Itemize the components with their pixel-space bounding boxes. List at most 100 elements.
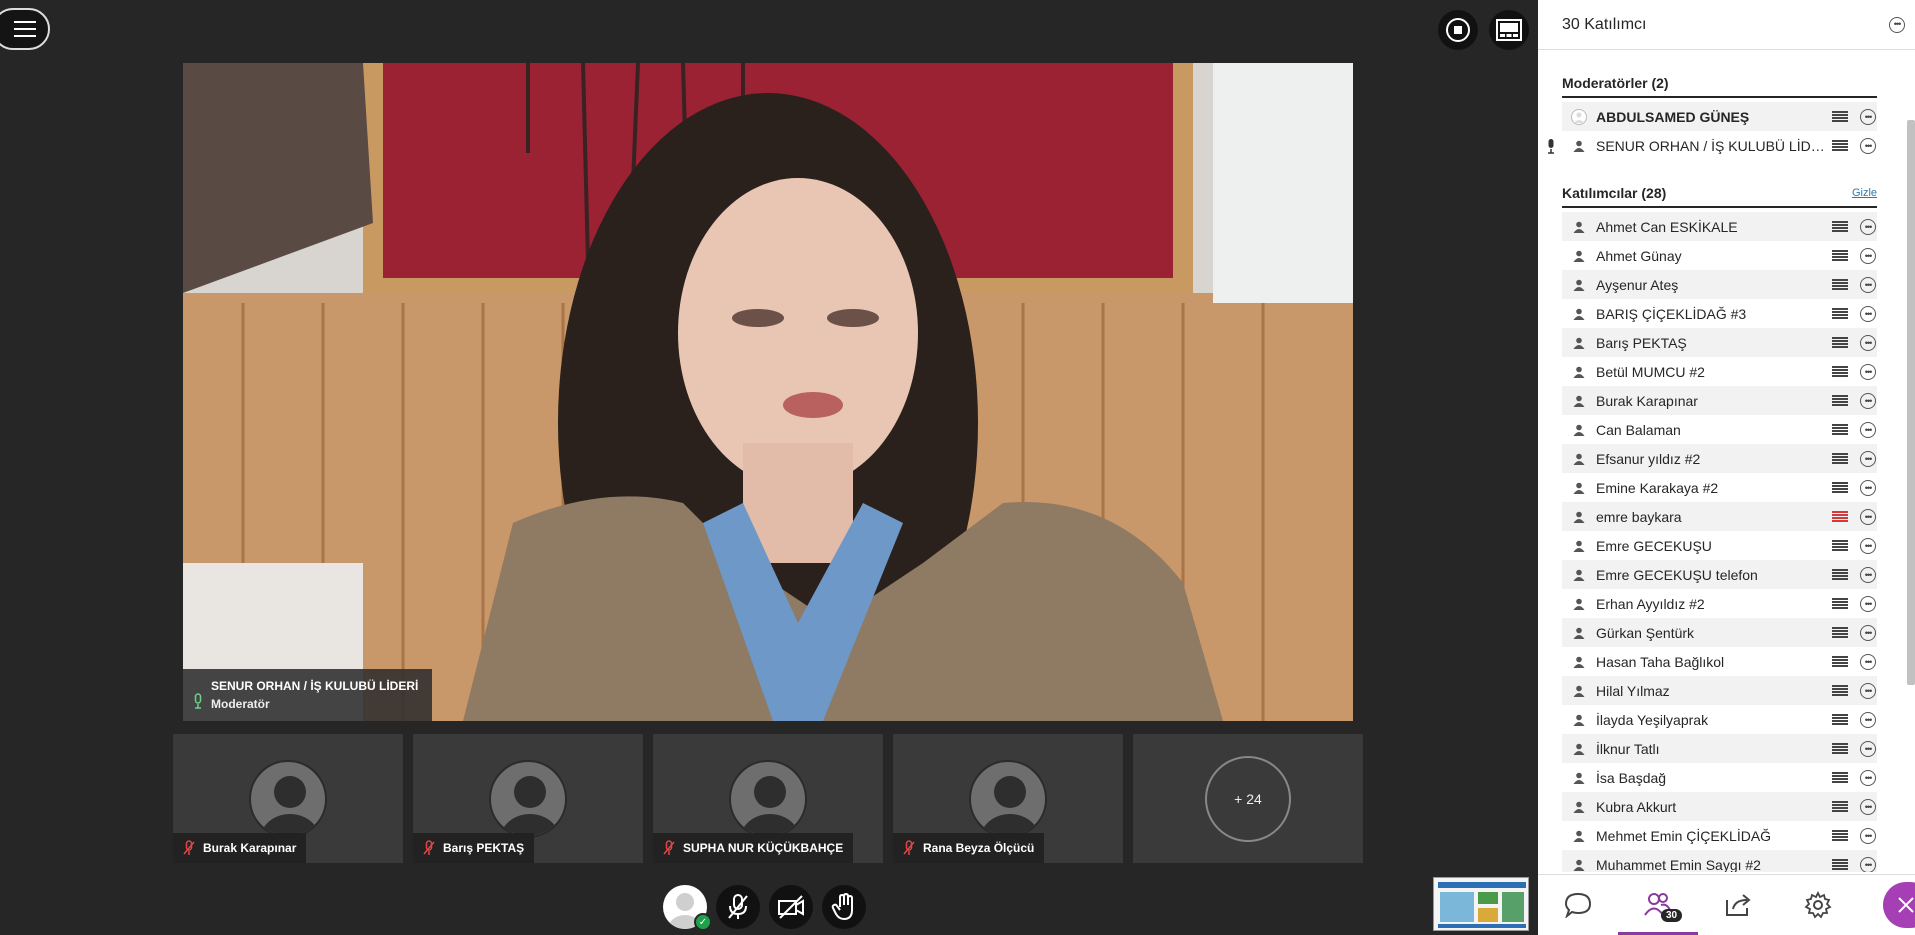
notes-icon[interactable] <box>1832 771 1848 784</box>
content-thumbnail[interactable] <box>1433 877 1529 931</box>
tab-chat[interactable] <box>1538 875 1618 935</box>
more-options-icon[interactable]: ••• <box>1860 537 1876 554</box>
toggle-camera-button[interactable] <box>769 885 813 929</box>
notes-icon[interactable] <box>1832 626 1848 639</box>
more-options-icon[interactable]: ••• <box>1860 392 1876 409</box>
notes-icon[interactable] <box>1832 481 1848 494</box>
list-item[interactable]: İlayda Yeşilyaprak ••• <box>1562 705 1877 734</box>
list-item[interactable]: Emre GECEKUŞU telefon ••• <box>1562 560 1877 589</box>
more-options-icon[interactable]: ••• <box>1860 798 1876 815</box>
attendee-name: Gürkan Şentürk <box>1596 624 1695 641</box>
list-item[interactable]: Kubra Akkurt ••• <box>1562 792 1877 821</box>
more-options-icon[interactable]: ••• <box>1860 247 1876 264</box>
notes-icon[interactable] <box>1832 568 1848 581</box>
more-options-icon[interactable]: ••• <box>1860 334 1876 351</box>
more-options-icon[interactable]: ••• <box>1860 508 1876 525</box>
notes-icon[interactable] <box>1832 278 1848 291</box>
list-item[interactable]: Burak Karapınar ••• <box>1562 386 1877 415</box>
list-item[interactable]: İsa Başdağ ••• <box>1562 763 1877 792</box>
more-options-icon[interactable]: ••• <box>1860 624 1876 641</box>
notes-icon[interactable] <box>1832 394 1848 407</box>
tab-settings[interactable] <box>1778 875 1858 935</box>
notes-icon[interactable] <box>1832 829 1848 842</box>
more-options-icon[interactable]: ••• <box>1860 711 1876 728</box>
list-item[interactable]: SENUR ORHAN / İŞ KULUBÜ LİDERİ ••• <box>1548 131 1877 160</box>
list-item[interactable]: Betül MUMCU #2 ••• <box>1562 357 1877 386</box>
list-item[interactable]: Can Balaman ••• <box>1562 415 1877 444</box>
participant-tile[interactable]: Burak Karapınar <box>173 734 403 863</box>
notes-icon[interactable] <box>1832 139 1848 152</box>
list-item[interactable]: Emre GECEKUŞU ••• <box>1562 531 1877 560</box>
list-item[interactable]: İlknur Tatlı ••• <box>1562 734 1877 763</box>
raise-hand-button[interactable] <box>822 885 866 929</box>
panel-options-button[interactable]: ••• <box>1889 16 1905 33</box>
notes-icon[interactable] <box>1832 800 1848 813</box>
user-icon <box>1562 598 1596 610</box>
close-panel-button[interactable] <box>1883 882 1915 928</box>
participant-tile[interactable]: SUPHA NUR KÜÇÜKBAHÇE <box>653 734 883 863</box>
mic-muted-icon <box>183 840 195 855</box>
more-options-icon[interactable]: ••• <box>1860 653 1876 670</box>
more-options-icon[interactable]: ••• <box>1860 595 1876 612</box>
list-item[interactable]: Hilal Yılmaz ••• <box>1562 676 1877 705</box>
notes-icon[interactable] <box>1832 220 1848 233</box>
notes-icon[interactable] <box>1832 713 1848 726</box>
list-item[interactable]: Emine Karakaya #2 ••• <box>1562 473 1877 502</box>
notes-icon[interactable] <box>1832 110 1848 123</box>
more-options-icon[interactable]: ••• <box>1860 682 1876 699</box>
list-item[interactable]: Hasan Taha Bağlıkol ••• <box>1562 647 1877 676</box>
notes-icon[interactable] <box>1832 655 1848 668</box>
notes-icon[interactable] <box>1832 307 1848 320</box>
list-item[interactable]: BARIŞ ÇİÇEKLİDAĞ #3 ••• <box>1562 299 1877 328</box>
more-options-icon[interactable]: ••• <box>1860 137 1876 154</box>
participant-tile[interactable]: Barış PEKTAŞ <box>413 734 643 863</box>
notes-icon[interactable] <box>1832 423 1848 436</box>
list-item[interactable]: emre baykara ••• <box>1562 502 1877 531</box>
panel-scrollbar[interactable] <box>1907 120 1915 685</box>
more-options-icon[interactable]: ••• <box>1860 108 1876 125</box>
more-options-icon[interactable]: ••• <box>1860 769 1876 786</box>
more-options-icon[interactable]: ••• <box>1860 421 1876 438</box>
notes-icon[interactable] <box>1832 510 1848 523</box>
list-item[interactable]: Ayşenur Ateş ••• <box>1562 270 1877 299</box>
notes-icon[interactable] <box>1832 684 1848 697</box>
notes-icon[interactable] <box>1832 452 1848 465</box>
tab-attendees[interactable]: 30 <box>1618 875 1698 935</box>
stop-record-button[interactable] <box>1438 10 1478 50</box>
layout-button[interactable] <box>1489 10 1529 50</box>
list-item[interactable]: Mehmet Emin ÇİÇEKLİDAĞ ••• <box>1562 821 1877 850</box>
list-item[interactable]: Ahmet Günay ••• <box>1562 241 1877 270</box>
user-icon <box>1562 140 1596 152</box>
list-item[interactable]: Efsanur yıldız #2 ••• <box>1562 444 1877 473</box>
more-participants-tile[interactable]: + 24 <box>1133 734 1363 863</box>
list-item[interactable]: Muhammet Emin Saygı #2 ••• <box>1562 850 1877 872</box>
notes-icon[interactable] <box>1832 597 1848 610</box>
list-item[interactable]: Ahmet Can ESKİKALE ••• <box>1562 212 1877 241</box>
notes-icon[interactable] <box>1832 539 1848 552</box>
more-options-icon[interactable]: ••• <box>1860 305 1876 322</box>
attendee-list-scroll[interactable]: Moderatörler (2) ABDULSAMED GÜNEŞ ••• SE… <box>1538 50 1915 872</box>
more-options-icon[interactable]: ••• <box>1860 363 1876 380</box>
more-options-icon[interactable]: ••• <box>1860 566 1876 583</box>
more-options-icon[interactable]: ••• <box>1860 827 1876 844</box>
more-options-icon[interactable]: ••• <box>1860 740 1876 757</box>
more-options-icon[interactable]: ••• <box>1860 218 1876 235</box>
more-options-icon[interactable]: ••• <box>1860 479 1876 496</box>
list-item[interactable]: Barış PEKTAŞ ••• <box>1562 328 1877 357</box>
notes-icon[interactable] <box>1832 858 1848 871</box>
notes-icon[interactable] <box>1832 365 1848 378</box>
toggle-mic-button[interactable] <box>716 885 760 929</box>
list-item[interactable]: Gürkan Şentürk ••• <box>1562 618 1877 647</box>
notes-icon[interactable] <box>1832 336 1848 349</box>
hide-link[interactable]: Gizle <box>1852 187 1877 199</box>
more-options-icon[interactable]: ••• <box>1860 856 1876 872</box>
participant-tile[interactable]: Rana Beyza Ölçücü <box>893 734 1123 863</box>
list-item[interactable]: Erhan Ayyıldız #2 ••• <box>1562 589 1877 618</box>
list-item[interactable]: ABDULSAMED GÜNEŞ ••• <box>1562 102 1877 131</box>
main-menu-button[interactable] <box>0 8 50 50</box>
notes-icon[interactable] <box>1832 249 1848 262</box>
tab-share-content[interactable] <box>1698 875 1778 935</box>
notes-icon[interactable] <box>1832 742 1848 755</box>
more-options-icon[interactable]: ••• <box>1860 276 1876 293</box>
more-options-icon[interactable]: ••• <box>1860 450 1876 467</box>
